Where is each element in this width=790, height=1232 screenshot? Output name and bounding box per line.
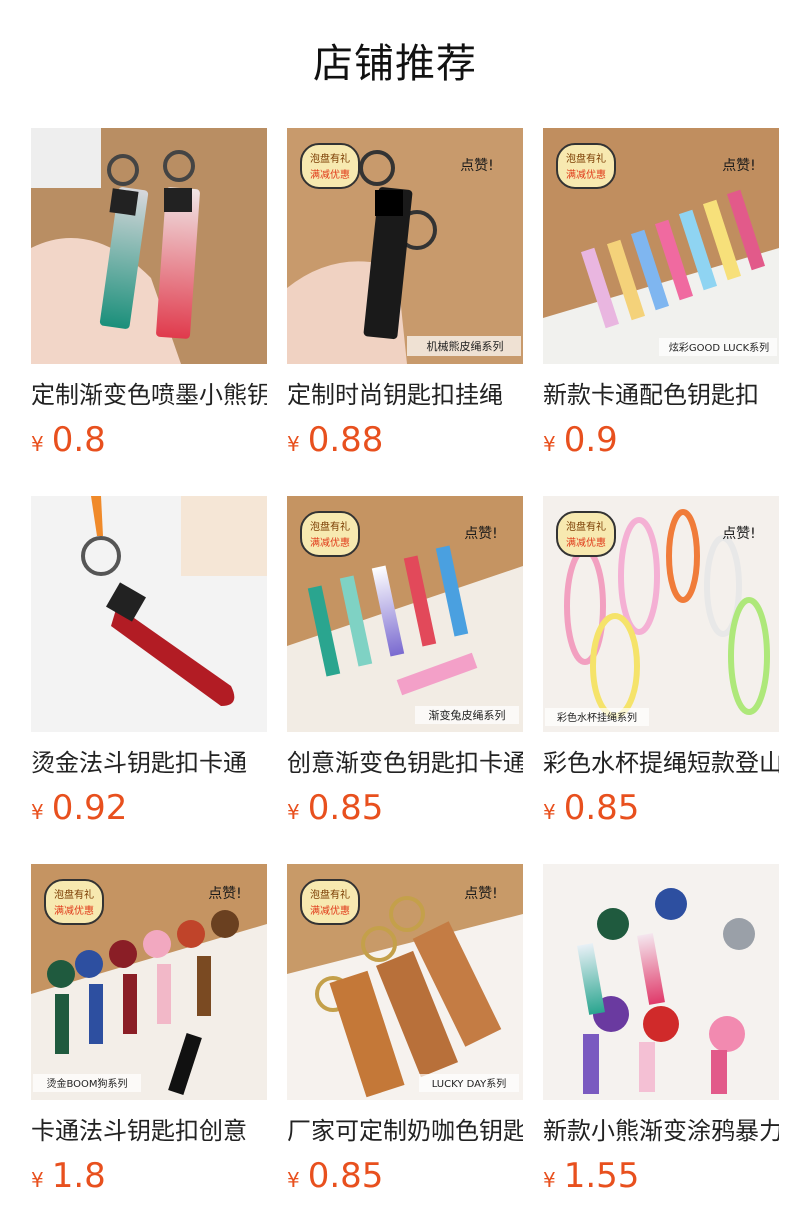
price-value: 0.92 [51,788,128,828]
product-name[interactable]: 定制时尚钥匙扣挂绳 [287,376,523,414]
product-image[interactable] [31,128,267,364]
badge-gift: 泡盘有礼 [54,888,94,901]
product-image[interactable]: 泡盘有礼 满减优惠 点赞! 炫彩GOOD LUCK系列 [543,128,779,364]
page-title: 店铺推荐 [313,41,477,87]
price-value: 0.9 [563,420,618,460]
colorful-rope-keychains-icon: 泡盘有礼 满减优惠 点赞! 彩色水杯挂绳系列 [543,496,779,732]
currency-symbol: ¥ [31,800,44,824]
product-card[interactable]: 泡盘有礼 满减优惠 点赞! LUCKY DAY系列 厂家可定制奶咖色钥匙扣 ¥0… [287,864,523,1232]
product-card[interactable]: 新款小熊渐变涂鸦暴力熊 ¥1.55 [543,864,779,1232]
price-value: 0.8 [51,420,106,460]
currency-symbol: ¥ [287,432,300,456]
badge-gift: 泡盘有礼 [310,520,350,533]
badge-discount: 满减优惠 [54,904,94,917]
product-image[interactable]: 泡盘有礼 满减优惠 点赞! LUCKY DAY系列 [287,864,523,1100]
product-image[interactable]: 泡盘有礼 满减优惠 点赞! 机械熊皮绳系列 [287,128,523,364]
product-name[interactable]: 卡通法斗钥匙扣创意 [31,1112,267,1150]
gradient-rabbit-keychains-icon: 泡盘有礼 满减优惠 点赞! 渐变兔皮绳系列 [287,496,523,732]
red-boom-strap-keychain-icon [31,496,267,732]
series-caption: 炫彩GOOD LUCK系列 [669,341,769,354]
black-strap-keychain-icon: 泡盘有礼 满减优惠 点赞! 机械熊皮绳系列 [287,128,523,364]
price-value: 0.85 [563,788,640,828]
product-name[interactable]: 创意渐变色钥匙扣卡通 [287,744,523,782]
badge-like: 点赞! [464,886,498,902]
product-price: ¥1.55 [543,1152,779,1200]
price-value: 0.85 [307,1156,384,1196]
product-price: ¥0.85 [287,784,523,832]
product-name[interactable]: 定制渐变色喷墨小熊钥匙扣 [31,376,267,414]
badge-like: 点赞! [722,526,756,542]
bulldog-figure-keychains-icon: 泡盘有礼 满减优惠 点赞! 烫金BOOM狗系列 [31,864,267,1100]
badge-gift: 泡盘有礼 [310,888,350,901]
product-card[interactable]: 泡盘有礼 满减优惠 点赞! 烫金BOOM狗系列 卡通法斗钥匙扣创意 ¥1.8 [31,864,267,1232]
currency-symbol: ¥ [287,800,300,824]
product-name[interactable]: 烫金法斗钥匙扣卡通 [31,744,267,782]
product-grid: 定制渐变色喷墨小熊钥匙扣 ¥0.8 泡盘有礼 满减优惠 点赞! [31,128,779,1232]
badge-like: 点赞! [722,158,756,174]
product-card[interactable]: 泡盘有礼 满减优惠 点赞! 彩色水杯挂绳系列 彩色水杯提绳短款登山扣 ¥0.85 [543,496,779,864]
badge-gift: 泡盘有礼 [310,152,350,165]
product-price: ¥0.85 [287,1152,523,1200]
badge-like: 点赞! [464,526,498,542]
gradient-bear-figure-keychains-icon [543,864,779,1100]
currency-symbol: ¥ [31,1168,44,1192]
product-price: ¥0.92 [31,784,267,832]
product-price: ¥0.8 [31,416,267,464]
product-card[interactable]: 定制渐变色喷墨小熊钥匙扣 ¥0.8 [31,128,267,496]
product-image[interactable]: 泡盘有礼 满减优惠 点赞! 烫金BOOM狗系列 [31,864,267,1100]
product-image[interactable] [543,864,779,1100]
badge-discount: 满减优惠 [310,536,350,549]
currency-symbol: ¥ [543,432,556,456]
badge-discount: 满减优惠 [566,168,606,181]
badge-gift: 泡盘有礼 [566,152,606,165]
gradient-bear-strap-keychain-icon [31,128,267,364]
price-value: 0.85 [307,788,384,828]
badge-discount: 满减优惠 [566,536,606,549]
product-name[interactable]: 厂家可定制奶咖色钥匙扣 [287,1112,523,1150]
product-name[interactable]: 彩色水杯提绳短款登山扣 [543,744,779,782]
badge-discount: 满减优惠 [310,904,350,917]
price-value: 1.8 [51,1156,106,1196]
price-value: 1.55 [563,1156,640,1196]
colorful-good-luck-keychains-icon: 泡盘有礼 满减优惠 点赞! 炫彩GOOD LUCK系列 [543,128,779,364]
product-image[interactable]: 泡盘有礼 满减优惠 点赞! 彩色水杯挂绳系列 [543,496,779,732]
product-card[interactable]: 泡盘有礼 满减优惠 点赞! 渐变兔皮绳系列 创意渐变色钥匙扣卡通 ¥0.85 [287,496,523,864]
product-card[interactable]: 烫金法斗钥匙扣卡通 ¥0.92 [31,496,267,864]
currency-symbol: ¥ [287,1168,300,1192]
series-caption: LUCKY DAY系列 [432,1077,507,1090]
product-image[interactable]: 泡盘有礼 满减优惠 点赞! 渐变兔皮绳系列 [287,496,523,732]
badge-gift: 泡盘有礼 [566,520,606,533]
price-value: 0.88 [307,420,384,460]
currency-symbol: ¥ [543,1168,556,1192]
product-price: ¥0.88 [287,416,523,464]
product-image[interactable] [31,496,267,732]
product-card[interactable]: 泡盘有礼 满减优惠 点赞! 机械熊皮绳系列 定制时尚钥匙扣挂绳 ¥0.88 [287,128,523,496]
tan-lucky-strap-keychains-icon: 泡盘有礼 满减优惠 点赞! LUCKY DAY系列 [287,864,523,1100]
store-recommend-page: 店铺推荐 定制渐变色喷墨小熊钥 ¥ 0.8 泡盘有礼 满减优惠 点赞! 机械熊皮… [0,0,790,1232]
currency-symbol: ¥ [31,432,44,456]
badge-like: 点赞! [208,886,242,902]
series-caption: 渐变兔皮绳系列 [429,708,506,722]
product-price: ¥0.85 [543,784,779,832]
series-caption: 彩色水杯挂绳系列 [557,711,637,724]
product-price: ¥0.9 [543,416,779,464]
product-price: ¥1.8 [31,1152,267,1200]
badge-like: 点赞! [460,158,494,174]
currency-symbol: ¥ [543,800,556,824]
product-name[interactable]: 新款小熊渐变涂鸦暴力熊 [543,1112,779,1150]
series-caption: 烫金BOOM狗系列 [46,1077,127,1090]
product-name[interactable]: 新款卡通配色钥匙扣 [543,376,779,414]
badge-discount: 满减优惠 [310,168,350,181]
series-caption: 机械熊皮绳系列 [427,339,504,353]
product-card[interactable]: 泡盘有礼 满减优惠 点赞! 炫彩GOOD LUCK系列 新款卡通配色钥匙扣 ¥0… [543,128,779,496]
